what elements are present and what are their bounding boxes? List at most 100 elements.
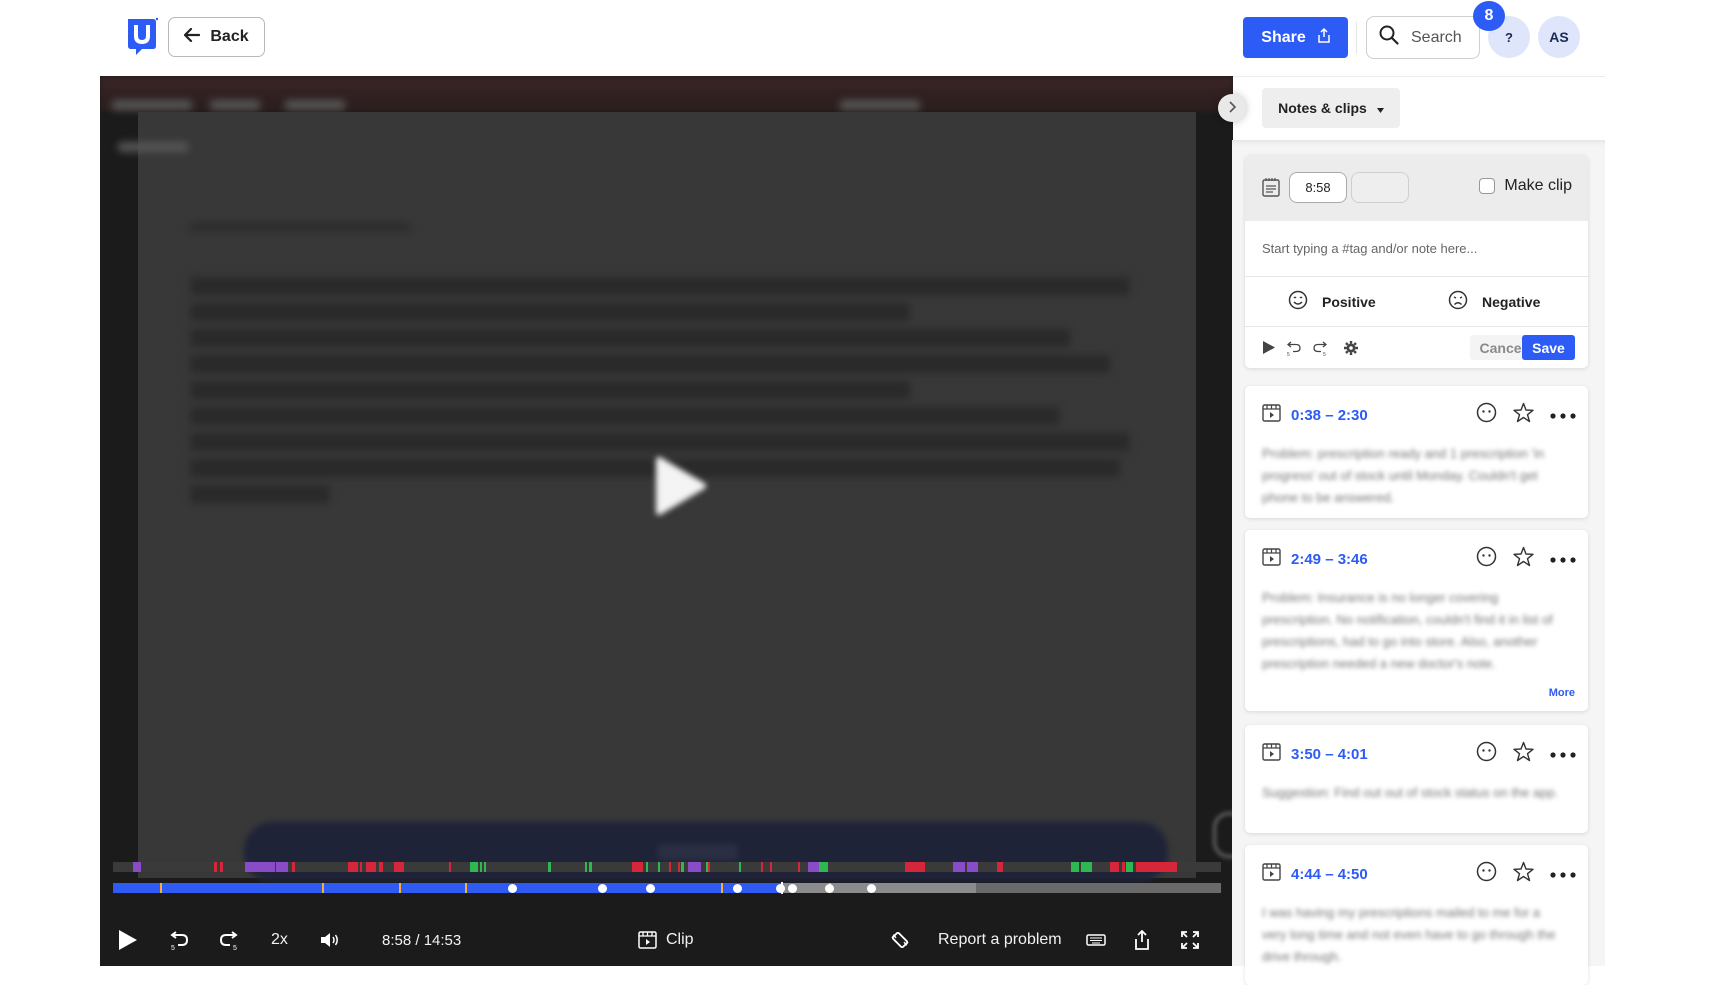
tag-segment-purple[interactable] [952, 862, 966, 872]
tag-segment-red[interactable] [707, 862, 711, 872]
progress-bar[interactable] [113, 882, 1221, 894]
rewind-5-icon[interactable]: 5 [1286, 340, 1302, 361]
make-clip-checkbox[interactable]: Make clip [1479, 177, 1572, 195]
checkbox[interactable] [1479, 178, 1496, 194]
more-options-icon[interactable] [1550, 865, 1576, 883]
tag-segment-green[interactable] [589, 862, 592, 872]
tag-segment-red[interactable] [394, 862, 405, 872]
tag-segment-purple[interactable] [807, 862, 819, 872]
tag-segment-green[interactable] [484, 862, 487, 872]
clip-time-range[interactable]: 2:49 – 3:46 [1291, 551, 1368, 568]
more-options-icon[interactable] [1550, 406, 1576, 424]
tag-segment-red[interactable] [770, 862, 773, 872]
note-input[interactable] [1245, 221, 1588, 277]
tag-segment-green[interactable] [1071, 862, 1080, 872]
rewind-5-button[interactable]: 5 [168, 928, 190, 952]
notification-badge[interactable]: 8 [1473, 1, 1505, 31]
tag-segment-purple[interactable] [967, 862, 979, 872]
export-button[interactable] [1134, 928, 1150, 952]
playback-speed-button[interactable]: 2x [271, 928, 288, 952]
user-avatar[interactable]: AS [1538, 16, 1580, 58]
sentiment-neutral-icon[interactable] [1476, 861, 1497, 887]
notes-clips-dropdown[interactable]: Notes & clips [1262, 88, 1400, 128]
tag-segment-red[interactable] [360, 862, 363, 872]
positive-sentiment-button[interactable]: Positive [1288, 277, 1376, 326]
note-marker[interactable] [732, 884, 742, 893]
clip-time-range[interactable]: 3:50 – 4:01 [1291, 746, 1368, 763]
tag-segment-green[interactable] [585, 862, 588, 872]
tag-segment-red[interactable] [347, 862, 358, 872]
playhead[interactable] [781, 882, 784, 894]
more-options-icon[interactable] [1550, 550, 1576, 568]
tag-segment-red[interactable] [678, 862, 681, 872]
back-button[interactable]: Back [168, 17, 265, 57]
tag-segment-red[interactable] [669, 862, 672, 872]
tag-segment-purple[interactable] [244, 862, 275, 872]
clip-marker[interactable] [465, 883, 468, 893]
rotate-button[interactable] [890, 928, 910, 952]
forward-5-icon[interactable]: 5 [1312, 340, 1328, 361]
tag-segment-green[interactable] [645, 862, 649, 872]
tag-segment-red[interactable] [907, 862, 926, 872]
tag-segment-green[interactable] [479, 862, 482, 872]
tag-segment-red[interactable] [292, 862, 295, 872]
play-button[interactable] [117, 928, 139, 952]
tag-segment-red[interactable] [997, 862, 1003, 872]
tag-segment-green[interactable] [681, 862, 684, 872]
tag-segment-green[interactable] [739, 862, 742, 872]
sentiment-neutral-icon[interactable] [1476, 402, 1497, 428]
start-time-field[interactable]: 8:58 [1289, 172, 1347, 203]
negative-sentiment-button[interactable]: Negative [1448, 277, 1540, 326]
tag-segment-red[interactable] [631, 862, 643, 872]
save-button[interactable]: Save [1522, 335, 1575, 360]
more-options-icon[interactable] [1550, 745, 1576, 763]
tag-segment-green[interactable] [1081, 862, 1093, 872]
collapse-panel-button[interactable] [1218, 94, 1246, 122]
clip-card[interactable]: 4:44 – 4:50 I was having my prescription… [1245, 845, 1588, 985]
note-marker[interactable] [597, 884, 607, 893]
tag-segment-green[interactable] [1125, 862, 1134, 872]
clip-marker[interactable] [398, 883, 401, 893]
clip-card[interactable]: 0:38 – 2:30 Problem: prescription ready … [1245, 386, 1588, 518]
star-icon[interactable] [1513, 861, 1534, 887]
report-problem-button[interactable]: Report a problem [938, 928, 1062, 952]
note-marker[interactable] [507, 884, 517, 893]
usertesting-logo[interactable] [125, 17, 159, 57]
tag-segment-red[interactable] [761, 862, 764, 872]
clip-marker[interactable] [322, 883, 325, 893]
clip-marker[interactable] [721, 883, 724, 893]
more-link[interactable]: More [1549, 687, 1575, 699]
video-player[interactable]: 5 5 2x 8:58 / 14:53 Clip Report a proble… [100, 76, 1233, 966]
tag-segment-red[interactable] [1110, 862, 1120, 872]
sentiment-neutral-icon[interactable] [1476, 741, 1497, 767]
volume-button[interactable] [320, 928, 340, 952]
tag-segment-red[interactable] [1135, 862, 1177, 872]
sentiment-neutral-icon[interactable] [1476, 546, 1497, 572]
tag-segment-green[interactable] [658, 862, 661, 872]
tag-segment-red[interactable] [213, 862, 218, 872]
tag-segment-red[interactable] [365, 862, 376, 872]
tag-segment-purple[interactable] [688, 862, 702, 872]
tag-timeline[interactable] [113, 862, 1221, 872]
end-time-field[interactable] [1351, 172, 1409, 203]
tag-segment-red[interactable] [220, 862, 223, 872]
note-marker[interactable] [824, 884, 834, 893]
tag-segment-purple[interactable] [132, 862, 141, 872]
tag-segment-red[interactable] [1122, 862, 1125, 872]
clip-time-range[interactable]: 4:44 – 4:50 [1291, 866, 1368, 883]
clip-marker[interactable] [159, 883, 162, 893]
note-marker[interactable] [866, 884, 876, 893]
clip-button[interactable]: Clip [638, 928, 694, 952]
star-icon[interactable] [1513, 546, 1534, 572]
tag-segment-red[interactable] [448, 862, 451, 872]
gear-icon[interactable] [1343, 340, 1359, 361]
fullscreen-button[interactable] [1180, 928, 1200, 952]
star-icon[interactable] [1513, 741, 1534, 767]
star-icon[interactable] [1513, 402, 1534, 428]
keyboard-shortcuts-button[interactable] [1086, 928, 1106, 952]
play-icon[interactable] [1262, 340, 1276, 360]
tag-segment-green[interactable] [469, 862, 478, 872]
tag-segment-green[interactable] [818, 862, 828, 872]
search-button[interactable]: Search [1366, 16, 1480, 59]
tag-segment-red[interactable] [378, 862, 384, 872]
